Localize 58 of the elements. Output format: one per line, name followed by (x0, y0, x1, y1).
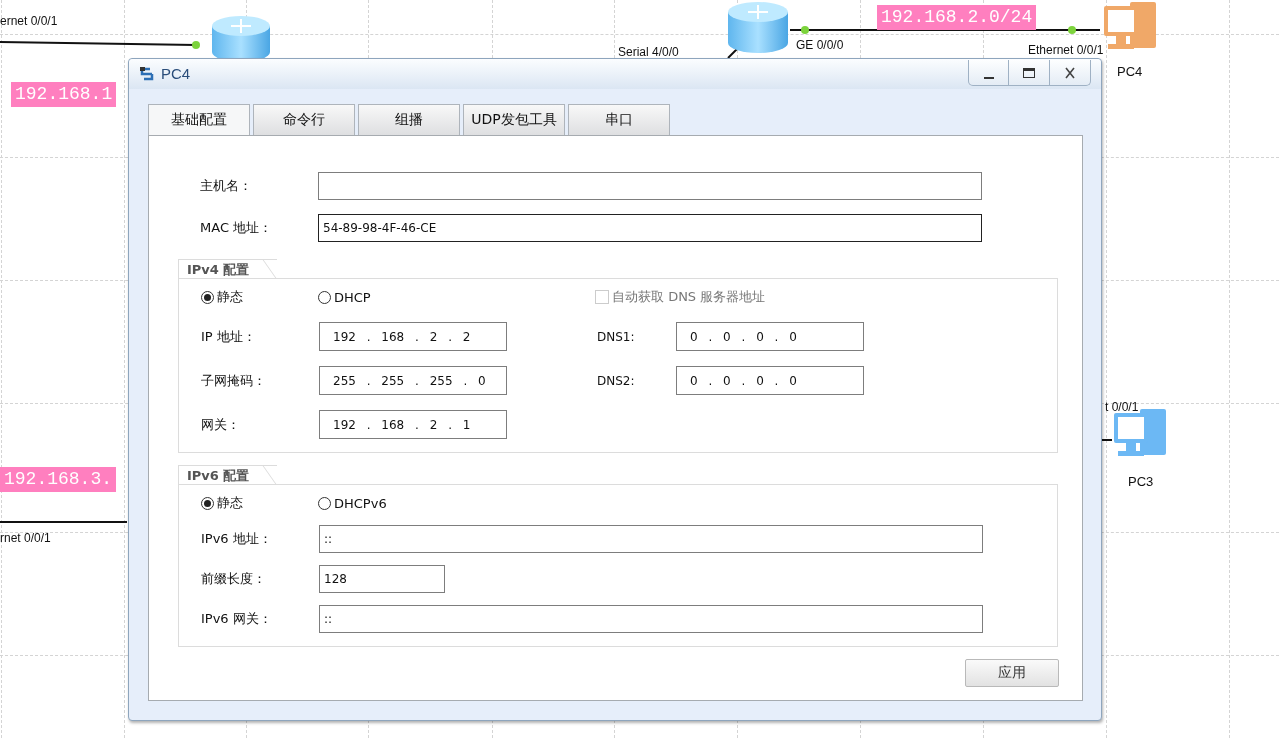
network-label: 192.168.2.0/24 (877, 5, 1037, 30)
port-label: ernet 0/0/1 (0, 14, 58, 28)
radio-label: DHCPv6 (334, 495, 387, 511)
ip-field[interactable]: 0 . 0 . 0 . 0 (676, 366, 864, 395)
text-field[interactable]: :: (319, 525, 983, 553)
port-label: GE 0/0/0 (796, 38, 844, 52)
ip-field[interactable]: 255 . 255 . 255 . 0 (319, 366, 507, 395)
field-label: DNS1: (597, 329, 636, 344)
ip-field[interactable]: 192 . 168 . 2 . 1 (319, 410, 507, 439)
text-field[interactable]: 54-89-98-4F-46-CE (318, 214, 982, 242)
network-label: 192.168.3. (0, 467, 117, 492)
minimize-icon (983, 76, 994, 79)
radio-label: 静态 (217, 288, 243, 306)
field-label: DNS2: (597, 373, 636, 388)
field-label: MAC 地址： (200, 219, 274, 237)
field-label: IP 地址： (201, 327, 257, 346)
node-label: PC4 (1117, 64, 1143, 79)
port-label: rnet 0/0/1 (0, 531, 51, 545)
node-label: PC3 (1128, 474, 1154, 489)
text-field[interactable]: :: (319, 605, 983, 633)
port-label: Serial 4/0/0 (618, 45, 679, 59)
ip-field[interactable]: 192 . 168 . 2 . 2 (319, 322, 507, 351)
tab[interactable]: UDP发包工具 (463, 104, 565, 135)
close-button[interactable] (1050, 60, 1091, 86)
port-dot (1068, 26, 1076, 34)
radio-button[interactable] (318, 496, 331, 510)
radio-button[interactable] (201, 290, 214, 304)
tab[interactable]: 基础配置 (148, 104, 250, 135)
radio-button[interactable] (201, 496, 214, 510)
group-title: IPv4 配置 (178, 259, 278, 278)
maximize-button[interactable] (1009, 60, 1050, 86)
tab[interactable]: 命令行 (253, 104, 355, 135)
port-label: Ethernet 0/0/1 (1028, 43, 1104, 57)
radio-label: 静态 (217, 494, 243, 512)
maximize-icon (1023, 67, 1035, 78)
field-label: IPv6 地址： (201, 530, 273, 548)
radio-label: DHCP (334, 289, 371, 305)
tab[interactable]: 串口 (568, 104, 670, 135)
tab[interactable]: 组播 (358, 104, 460, 135)
field-label: 前缀长度： (201, 570, 267, 588)
radio-button[interactable] (318, 290, 331, 304)
port-dot (801, 26, 809, 34)
field-label: 子网掩码： (201, 371, 267, 390)
field-label: IPv6 网关： (201, 610, 273, 628)
ip-field[interactable]: 0 . 0 . 0 . 0 (676, 322, 864, 351)
text-field[interactable] (318, 172, 982, 200)
port-dot (192, 41, 200, 49)
checkbox-label: 自动获取 DNS 服务器地址 (612, 288, 766, 306)
window-title: PC4 (161, 65, 191, 82)
field-label: 网关： (201, 415, 241, 434)
port-label: t 0/0/1 (1105, 400, 1139, 414)
link-line (1101, 439, 1113, 441)
text-field[interactable]: 128 (319, 565, 445, 593)
group-title: IPv6 配置 (178, 465, 278, 484)
network-label: 192.168.1 (11, 82, 117, 107)
field-label: 主机名： (200, 177, 253, 195)
close-icon (1065, 66, 1075, 79)
apply-button[interactable]: 应用 (965, 659, 1059, 687)
